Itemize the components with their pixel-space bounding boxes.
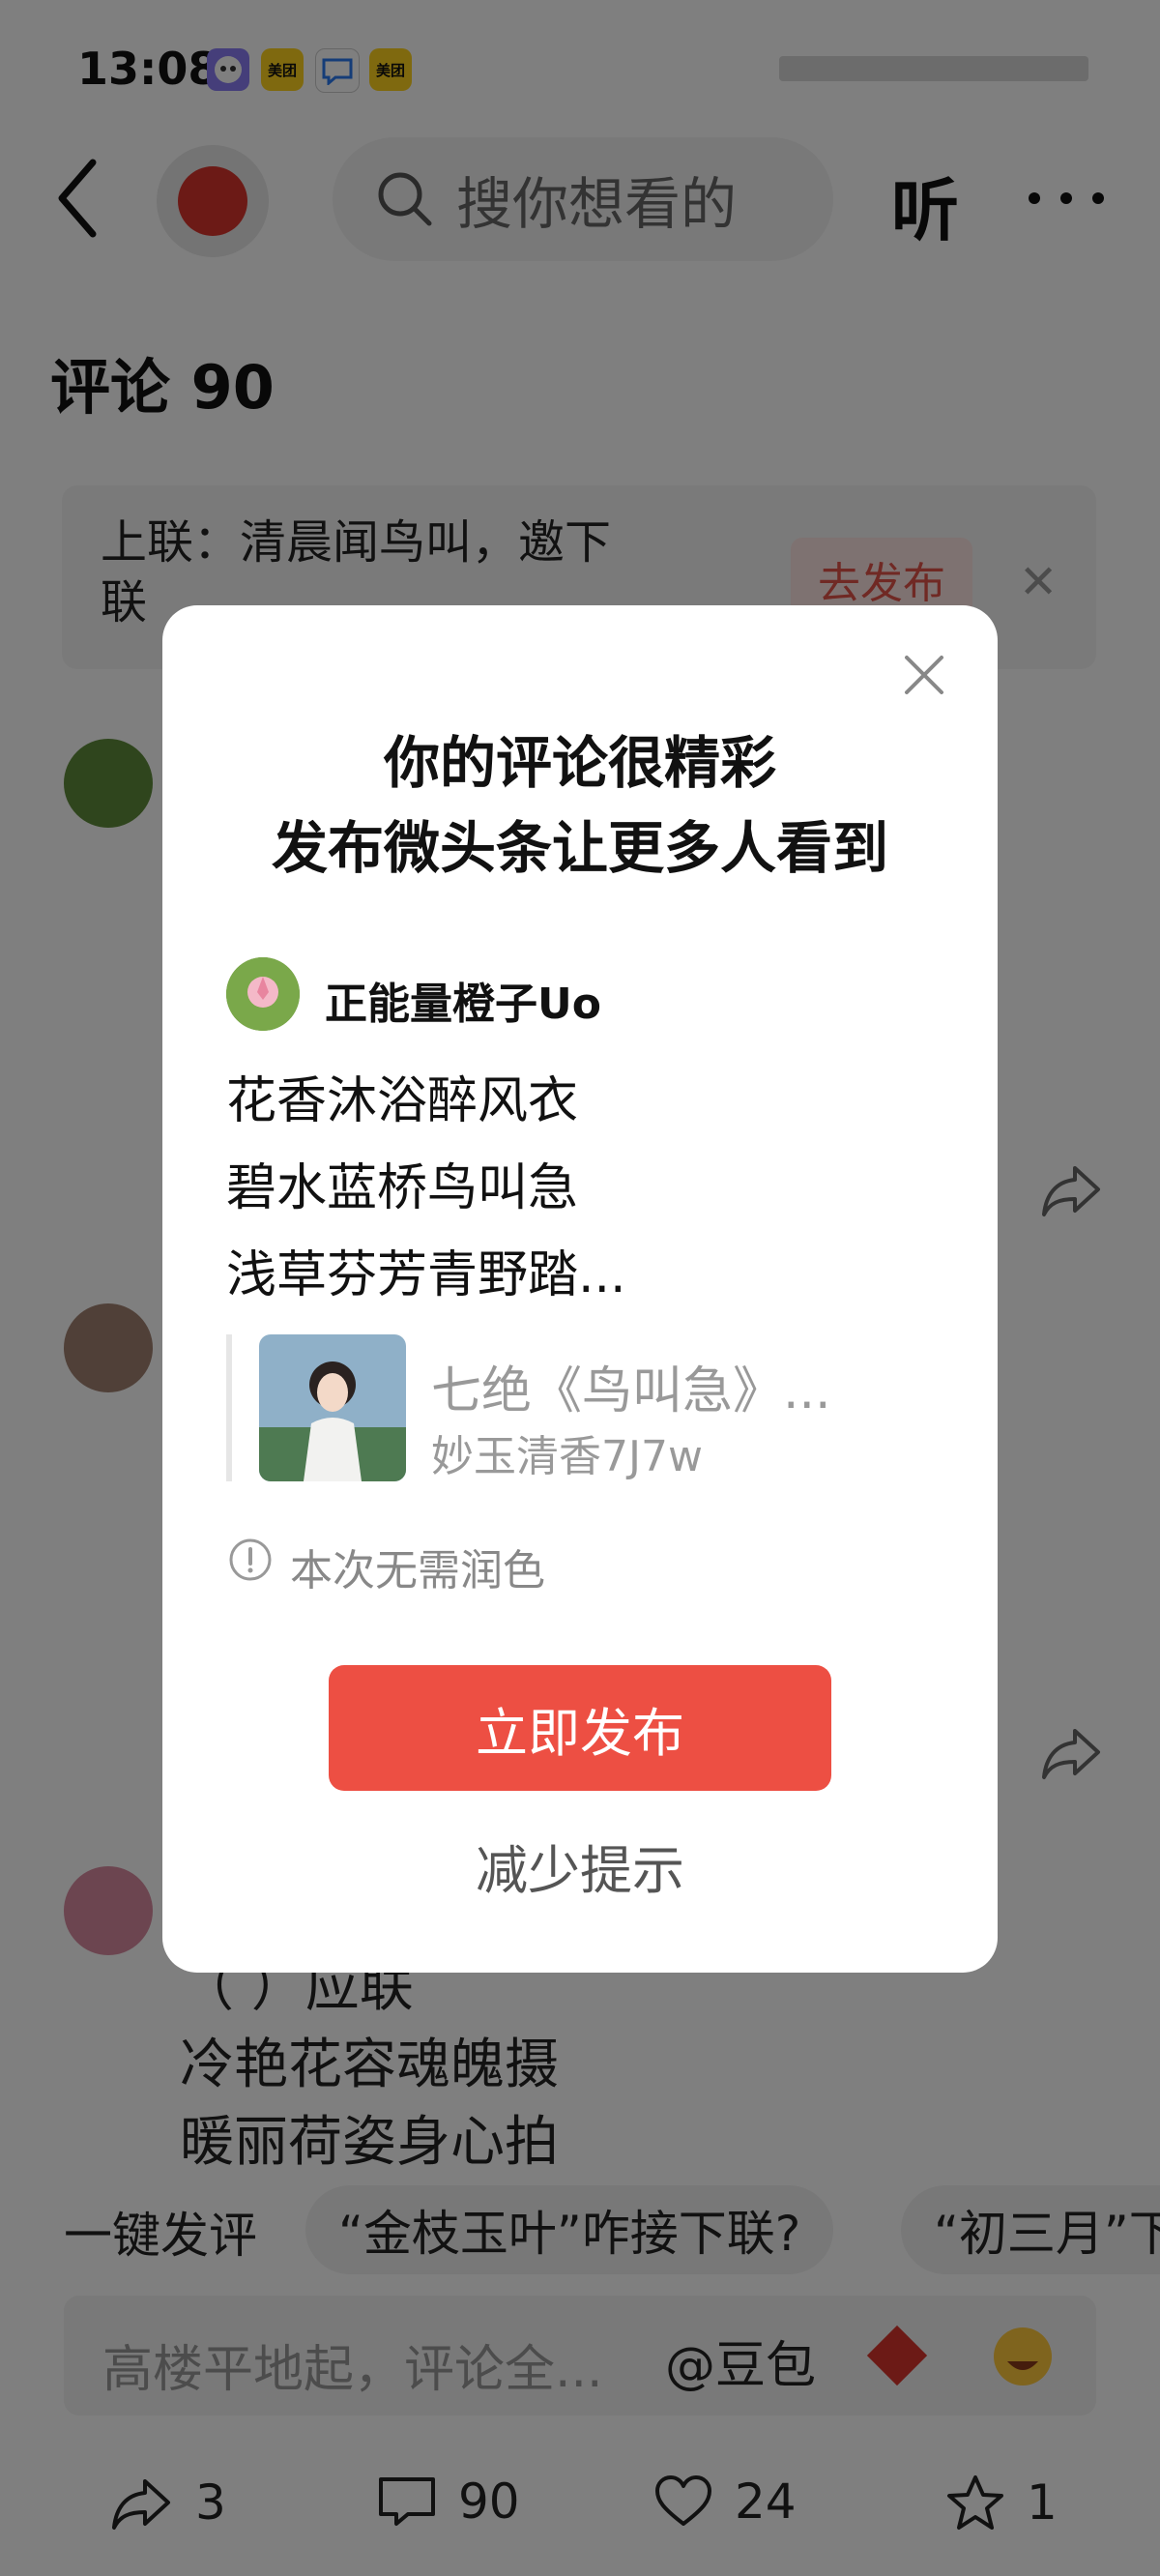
info-icon <box>229 1538 272 1581</box>
author-name: 正能量橙子Uo <box>325 980 601 1029</box>
poem-line: 碧水蓝桥鸟叫急 <box>226 1159 579 1217</box>
status-dim-overlay <box>0 0 1160 116</box>
info-text: 本次无需润色 <box>290 1546 545 1595</box>
modal-title-line1: 你的评论很精彩 <box>383 730 776 796</box>
quote-author: 妙玉清香7J7w <box>431 1432 703 1481</box>
publish-now-button[interactable]: 立即发布 <box>329 1665 831 1791</box>
poem-line: 浅草芬芳青野踏... <box>226 1246 626 1304</box>
quote-thumbnail <box>259 1334 406 1481</box>
reduce-tips-button[interactable]: 减少提示 <box>329 1828 831 1904</box>
quote-title: 七绝《鸟叫急》... <box>431 1362 831 1420</box>
poem-line: 花香沐浴醉风衣 <box>226 1072 579 1130</box>
modal-title-line2: 发布微头条让更多人看到 <box>271 815 888 881</box>
quote-divider <box>226 1334 232 1481</box>
author-avatar <box>226 957 300 1031</box>
close-icon[interactable] <box>899 650 949 700</box>
